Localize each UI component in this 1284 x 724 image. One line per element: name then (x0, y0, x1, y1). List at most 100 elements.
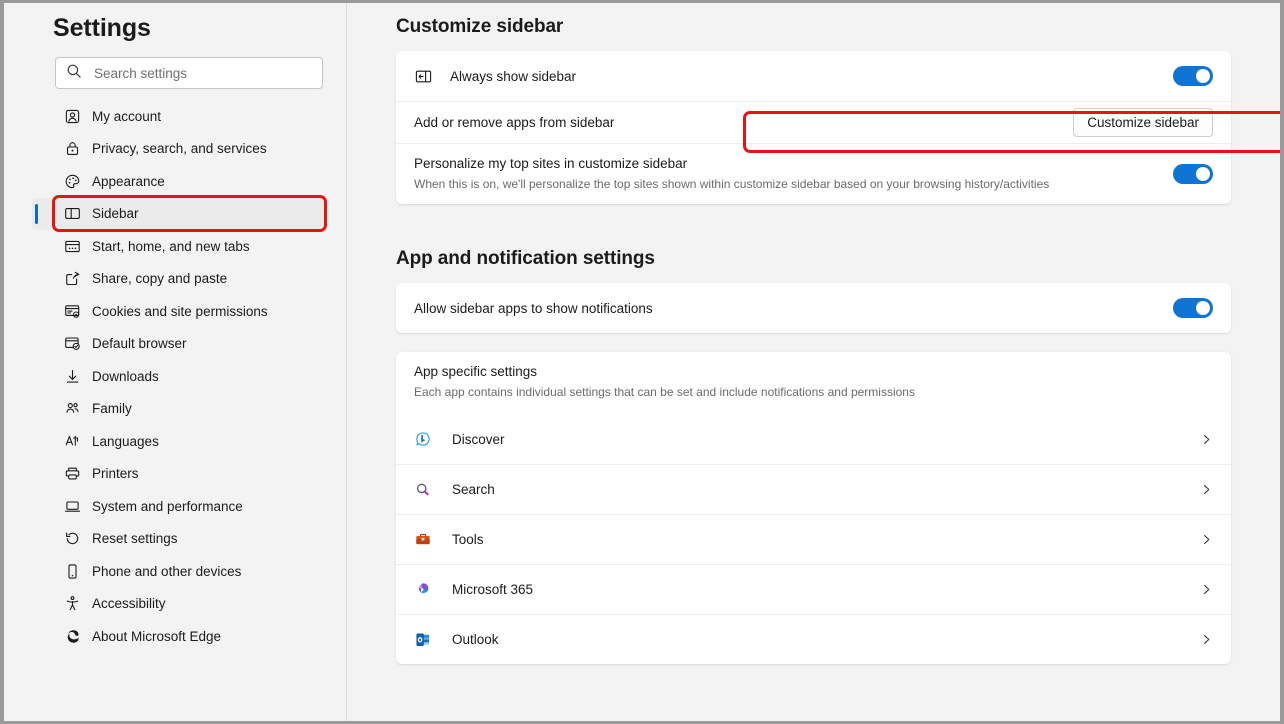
sidebar-item-privacy-search-and-services[interactable]: Privacy, search, and services (32, 133, 326, 166)
sidebar-item-sidebar[interactable]: Sidebar (32, 197, 326, 230)
app-row-discover[interactable]: Discover (396, 414, 1231, 464)
sidebar-item-printers[interactable]: Printers (32, 458, 326, 491)
permissions-icon (63, 302, 81, 320)
sidebar-item-share-copy-and-paste[interactable]: Share, copy and paste (32, 263, 326, 296)
personalize-top-sites-label: Personalize my top sites in customize si… (414, 156, 688, 171)
chevron-right-icon[interactable] (1199, 433, 1213, 446)
app-row-search[interactable]: Search (396, 464, 1231, 514)
sidebar-item-label: Phone and other devices (92, 563, 242, 579)
app-row-outlook[interactable]: Outlook (396, 614, 1231, 664)
sidebar-item-about-microsoft-edge[interactable]: About Microsoft Edge (32, 620, 326, 653)
sidebar-item-label: About Microsoft Edge (92, 628, 222, 644)
discover-bing-icon (414, 430, 432, 448)
accessibility-icon (63, 595, 81, 613)
sidebar-item-label: Accessibility (92, 596, 166, 611)
tools-toolbox-icon (414, 531, 432, 549)
sidebar-item-start-home-and-new-tabs[interactable]: Start, home, and new tabs (32, 230, 326, 263)
app-specific-settings-description: Each app contains individual settings th… (414, 385, 915, 400)
family-icon (63, 400, 81, 418)
add-remove-apps-label: Add or remove apps from sidebar (414, 115, 615, 130)
chevron-right-icon[interactable] (1199, 633, 1213, 646)
chevron-right-icon[interactable] (1199, 533, 1213, 546)
app-label: Discover (452, 431, 505, 447)
show-sidebar-icon (414, 67, 432, 85)
search-settings-box[interactable] (55, 57, 323, 89)
printer-icon (63, 465, 81, 483)
search-magnifier-icon (414, 481, 432, 499)
sidebar-item-label: Cookies and site permissions (92, 303, 268, 319)
sidebar-item-downloads[interactable]: Downloads (32, 360, 326, 393)
laptop-icon (63, 497, 81, 515)
allow-notifications-row[interactable]: Allow sidebar apps to show notifications (396, 283, 1231, 333)
palette-icon (63, 172, 81, 190)
reset-icon (63, 530, 81, 548)
sidebar-item-label: Reset settings (92, 531, 178, 546)
sidebar-item-reset-settings[interactable]: Reset settings (32, 523, 326, 556)
personalize-top-sites-row[interactable]: Personalize my top sites in customize si… (396, 143, 1231, 204)
sidebar-item-my-account[interactable]: My account (32, 100, 326, 133)
app-row-microsoft-365[interactable]: Microsoft 365 (396, 564, 1231, 614)
customize-sidebar-button[interactable]: Customize sidebar (1073, 108, 1213, 137)
sidebar-item-label: Start, home, and new tabs (92, 238, 250, 254)
add-remove-apps-row[interactable]: Add or remove apps from sidebar Customiz… (396, 101, 1231, 143)
window-icon (63, 237, 81, 255)
sidebar-item-label: Downloads (92, 368, 159, 384)
outlook-icon (414, 631, 432, 649)
personalize-top-sites-toggle[interactable] (1173, 164, 1213, 185)
app-specific-settings-label: App specific settings (414, 364, 538, 380)
share-icon (63, 270, 81, 288)
sidebar-item-phone-and-other-devices[interactable]: Phone and other devices (32, 555, 326, 588)
app-list: Discover Search Tools Microsoft 365 Outlook (396, 414, 1231, 664)
allow-notifications-toggle[interactable] (1173, 298, 1213, 319)
sidebar-item-appearance[interactable]: Appearance (32, 165, 326, 198)
app-specific-settings-header: App specific settings Each app contains … (396, 352, 1231, 414)
sidebar-item-label: My account (92, 108, 162, 124)
app-label: Outlook (452, 632, 499, 648)
customize-sidebar-card: Always show sidebar Add or remove apps f… (396, 51, 1231, 205)
sidebar-item-label: Family (92, 401, 132, 416)
personalize-top-sites-description: When this is on, we'll personalize the t… (414, 177, 1050, 191)
personalize-top-sites-text: Personalize my top sites in customize si… (414, 144, 1173, 204)
settings-main-pane: Customize sidebar Always show sidebar Ad… (347, 3, 1280, 721)
sidebar-item-label: Sidebar (92, 206, 139, 221)
app-row-tools[interactable]: Tools (396, 514, 1231, 564)
sidebar-item-label: System and performance (92, 498, 243, 514)
sidebar-item-label: Languages (92, 433, 159, 449)
sidebar-item-label: Default browser (92, 336, 187, 351)
sidebar-item-label: Share, copy and paste (92, 271, 228, 286)
allow-notifications-card: Allow sidebar apps to show notifications (396, 283, 1231, 334)
sidebar-item-label: Printers (92, 466, 139, 481)
app-notification-settings-heading: App and notification settings (396, 248, 655, 270)
search-icon (66, 63, 82, 84)
always-show-sidebar-toggle[interactable] (1173, 66, 1213, 86)
sidebar-item-label: Appearance (92, 173, 165, 189)
chevron-right-icon[interactable] (1199, 483, 1213, 496)
sidebar-item-system-and-performance[interactable]: System and performance (32, 490, 326, 523)
phone-icon (63, 562, 81, 580)
edge-icon (63, 627, 81, 645)
allow-notifications-label: Allow sidebar apps to show notifications (414, 300, 653, 316)
sidebar-icon (63, 205, 81, 223)
settings-sidebar-nav: Settings My account Privacy, search, and … (4, 3, 347, 721)
sidebar-item-default-browser[interactable]: Default browser (32, 328, 326, 361)
always-show-sidebar-label: Always show sidebar (450, 68, 577, 84)
settings-window: Settings My account Privacy, search, and … (4, 3, 1280, 721)
chevron-right-icon[interactable] (1199, 583, 1213, 596)
microsoft-365-icon (414, 581, 432, 599)
languages-icon (63, 432, 81, 450)
default-browser-icon (63, 335, 81, 353)
download-icon (63, 367, 81, 385)
sidebar-item-cookies-and-site-permissions[interactable]: Cookies and site permissions (32, 295, 326, 328)
always-show-sidebar-row[interactable]: Always show sidebar (396, 51, 1231, 101)
app-label: Microsoft 365 (452, 582, 534, 598)
app-specific-settings-card: App specific settings Each app contains … (396, 352, 1231, 665)
search-input[interactable] (94, 58, 312, 88)
sidebar-item-accessibility[interactable]: Accessibility (32, 588, 326, 621)
lock-icon (63, 140, 81, 158)
nav-list: My account Privacy, search, and services A… (4, 100, 346, 653)
sidebar-item-family[interactable]: Family (32, 393, 326, 426)
sidebar-item-label: Privacy, search, and services (92, 141, 267, 156)
account-icon (63, 107, 81, 125)
sidebar-item-languages[interactable]: Languages (32, 425, 326, 458)
customize-sidebar-heading: Customize sidebar (396, 16, 564, 37)
